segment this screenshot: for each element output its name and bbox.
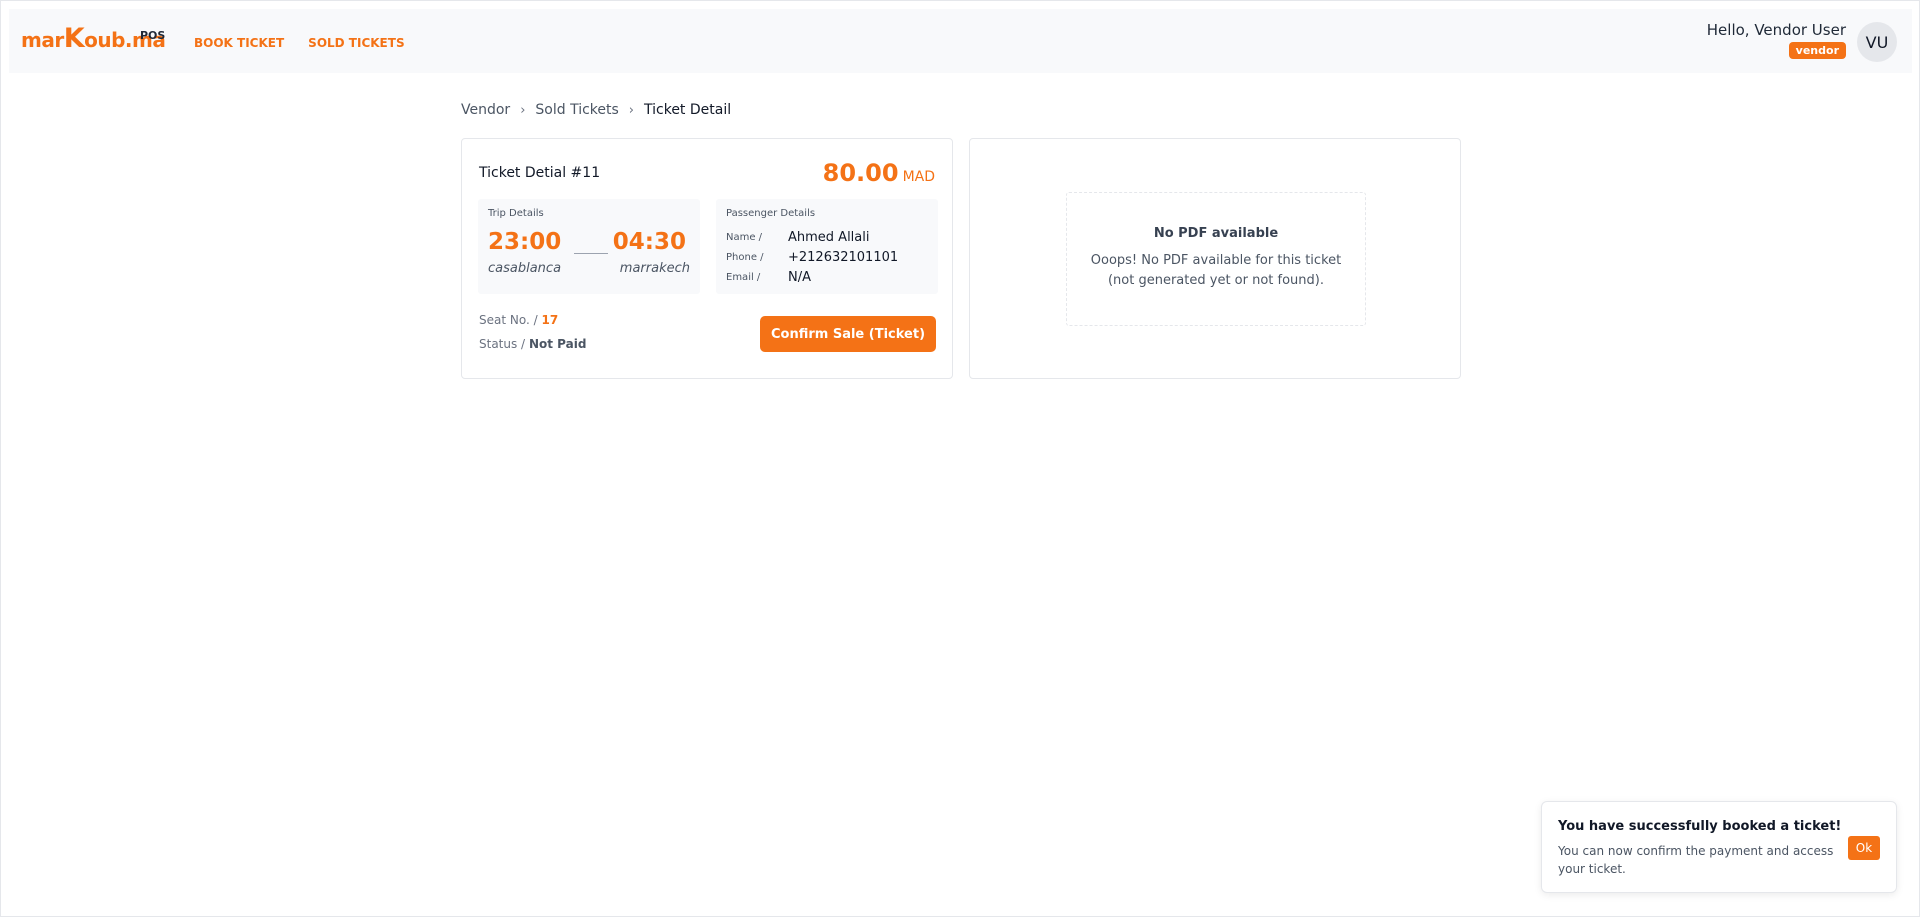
toast-title: You have successfully booked a ticket! <box>1558 819 1842 834</box>
main-nav: BOOK TICKET SOLD TICKETS <box>194 36 405 50</box>
price-currency: MAD <box>902 169 935 185</box>
trip-details-panel: Trip Details 23:00 04:30 casablanca marr… <box>478 199 700 294</box>
avatar[interactable]: VU <box>1857 22 1897 62</box>
price-amount: 80.00 <box>822 159 899 187</box>
seat-key: Seat No. / <box>479 313 538 327</box>
passenger-email-key: Email / <box>726 272 761 283</box>
passenger-phone: +212632101101 <box>788 250 899 265</box>
user-info: Hello, Vendor User vendor <box>1707 21 1846 59</box>
departure-time: 23:00 <box>488 229 562 255</box>
breadcrumb-current: Ticket Detail <box>644 102 732 118</box>
status-badge: Not Paid <box>528 337 587 351</box>
seat-info: Seat No. / 17 <box>479 313 558 327</box>
ticket-price: 80.00 MAD <box>823 159 935 187</box>
role-badge: vendor <box>1788 42 1846 59</box>
logo-text-start: mar <box>21 28 64 52</box>
toast-message: You can now confirm the payment and acce… <box>1558 844 1834 876</box>
logo-suffix: POS <box>140 29 166 42</box>
logo-text-k: K <box>63 23 85 54</box>
breadcrumb-vendor[interactable]: Vendor <box>461 102 510 118</box>
passenger-name-row: Name / Ahmed Allali <box>726 230 870 245</box>
top-navbar: marKoub.ma POS BOOK TICKET SOLD TICKETS … <box>9 9 1912 73</box>
arrival-city: marrakech <box>619 261 690 276</box>
no-pdf-title: No PDF available <box>1153 226 1279 241</box>
toast-ok-button[interactable]: Ok <box>1848 836 1880 860</box>
breadcrumb-sold-tickets[interactable]: Sold Tickets <box>535 102 618 118</box>
nav-book-ticket[interactable]: BOOK TICKET <box>194 36 284 50</box>
chevron-right-icon: › <box>628 102 634 118</box>
passenger-details-panel: Passenger Details Name / Ahmed Allali Ph… <box>716 199 938 294</box>
passenger-phone-row: Phone / +212632101101 <box>726 250 898 265</box>
passenger-name-key: Name / <box>726 232 763 243</box>
trip-connector-line <box>574 253 608 254</box>
success-toast: You have successfully booked a ticket! Y… <box>1541 801 1897 893</box>
no-pdf-message: Ooops! No PDF available for this ticket … <box>1090 253 1342 288</box>
chevron-right-icon: › <box>520 102 526 118</box>
breadcrumb: Vendor › Sold Tickets › Ticket Detail <box>461 102 731 118</box>
no-pdf-placeholder: No PDF available Ooops! No PDF available… <box>1066 192 1366 326</box>
trip-details-label: Trip Details <box>488 208 544 219</box>
passenger-name: Ahmed Allali <box>788 230 870 245</box>
arrival-time: 04:30 <box>612 229 686 255</box>
ticket-title: Ticket Detial #11 <box>479 165 601 181</box>
confirm-sale-button[interactable]: Confirm Sale (Ticket) <box>760 316 936 352</box>
ticket-detail-card: Ticket Detial #11 80.00 MAD Trip Details … <box>461 138 953 379</box>
user-greeting: Hello, Vendor User <box>1706 21 1846 39</box>
passenger-details-label: Passenger Details <box>726 208 816 219</box>
departure-city: casablanca <box>488 261 562 276</box>
passenger-phone-key: Phone / <box>726 252 764 263</box>
pdf-preview-card: No PDF available Ooops! No PDF available… <box>969 138 1461 379</box>
status-key: Status / <box>479 337 526 351</box>
nav-sold-tickets[interactable]: SOLD TICKETS <box>308 36 404 50</box>
seat-number: 17 <box>541 313 559 327</box>
passenger-email: N/A <box>788 270 811 285</box>
status-info: Status / Not Paid <box>479 337 586 351</box>
passenger-email-row: Email / N/A <box>726 270 811 285</box>
